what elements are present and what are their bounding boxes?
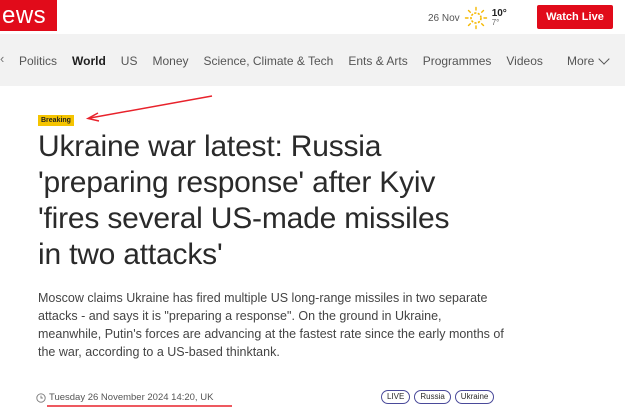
nav-item-politics[interactable]: Politics — [19, 54, 57, 68]
annotation-arrow — [85, 95, 213, 122]
temperature-low: 7° — [491, 18, 500, 27]
article-summary: Moscow claims Ukraine has fired multiple… — [38, 291, 504, 359]
nav-item-science-climate-tech[interactable]: Science, Climate & Tech — [204, 54, 334, 68]
weather-date: 26 Nov — [428, 12, 460, 24]
tag-ukraine[interactable]: Ukraine — [454, 390, 495, 404]
more-label: More — [567, 54, 595, 68]
nav-items: Politics World US Money Science, Climate… — [19, 54, 558, 68]
chevron-down-icon — [598, 53, 611, 65]
nav-item-us[interactable]: US — [121, 54, 138, 68]
weather-widget[interactable]: 26 Nov 10° 7° — [428, 6, 507, 30]
article-timestamp: Tuesday 26 November 2024 14:20, UK — [36, 392, 213, 403]
chevron-left-icon[interactable]: ‹ — [0, 51, 4, 66]
breaking-badge: Breaking — [38, 115, 74, 126]
temperature: 10° 7° — [491, 8, 507, 28]
section-nav: ‹ Politics World US Money Science, Clima… — [0, 34, 625, 86]
timestamp-text: Tuesday 26 November 2024 14:20, UK — [49, 392, 214, 403]
tag-live[interactable]: LIVE — [381, 390, 411, 404]
temperature-high: 10° — [491, 8, 507, 19]
watch-live-button[interactable]: Watch Live — [537, 5, 613, 29]
clock-icon — [36, 392, 46, 403]
nav-item-ents-arts[interactable]: Ents & Arts — [348, 54, 407, 68]
more-menu-button[interactable]: More — [567, 53, 611, 68]
article-tags: LIVE Russia Ukraine — [381, 390, 495, 404]
tag-russia[interactable]: Russia — [414, 390, 451, 404]
article-headline: Ukraine war latest: Russia 'preparing re… — [38, 130, 450, 271]
nav-item-programmes[interactable]: Programmes — [423, 54, 492, 68]
top-bar: ews 26 Nov 10° 7° Watch Live — [0, 0, 625, 34]
nav-item-world[interactable]: World — [72, 54, 106, 68]
nav-item-money[interactable]: Money — [152, 54, 188, 68]
sun-cloud-icon — [464, 6, 487, 30]
nav-item-videos[interactable]: Videos — [506, 54, 542, 68]
sky-news-logo[interactable]: ews — [0, 0, 57, 31]
